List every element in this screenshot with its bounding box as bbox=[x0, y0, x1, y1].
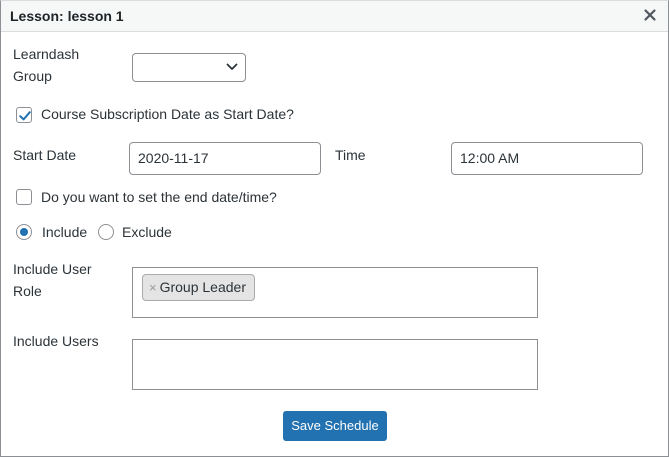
subscription-checkbox-label: Course Subscription Date as Start Date? bbox=[41, 106, 294, 122]
include-role-label-line1: Include User bbox=[13, 261, 92, 277]
end-date-checkbox[interactable] bbox=[16, 189, 32, 205]
time-input[interactable]: 12:00 AM bbox=[451, 142, 643, 175]
time-label: Time bbox=[335, 147, 366, 163]
close-icon[interactable] bbox=[642, 7, 658, 23]
include-role-label-line2: Role bbox=[13, 283, 42, 299]
group-label-line1: Learndash bbox=[13, 46, 80, 62]
group-select[interactable] bbox=[132, 53, 246, 82]
role-tag-label: Group Leader bbox=[159, 279, 246, 295]
end-date-checkbox-label: Do you want to set the end date/time? bbox=[41, 189, 277, 205]
group-label-line2: Group bbox=[13, 68, 52, 84]
checkmark-icon bbox=[19, 111, 31, 121]
include-radio-label: Include bbox=[42, 224, 88, 240]
include-users-label: Include Users bbox=[13, 333, 99, 349]
start-date-label: Start Date bbox=[13, 147, 77, 163]
group-label: Learndash Group bbox=[13, 43, 79, 87]
subscription-checkbox[interactable] bbox=[16, 107, 32, 123]
include-users-multiselect[interactable] bbox=[132, 339, 538, 390]
schedule-dialog: Lesson: lesson 1 Learndash Group Course … bbox=[0, 0, 669, 457]
chevron-down-icon bbox=[226, 63, 238, 70]
start-date-input[interactable]: 2020-11-17 bbox=[129, 142, 321, 175]
include-role-multiselect[interactable]: × Group Leader bbox=[132, 267, 538, 318]
include-role-label: Include User Role bbox=[13, 258, 92, 302]
dialog-titlebar: Lesson: lesson 1 bbox=[1, 1, 668, 32]
include-radio[interactable] bbox=[16, 224, 32, 240]
tag-remove-icon[interactable]: × bbox=[149, 280, 157, 295]
exclude-radio-label: Exclude bbox=[122, 224, 172, 240]
role-tag: × Group Leader bbox=[142, 274, 255, 301]
exclude-radio[interactable] bbox=[98, 224, 114, 240]
dialog-title: Lesson: lesson 1 bbox=[10, 8, 124, 24]
save-schedule-button[interactable]: Save Schedule bbox=[283, 411, 387, 441]
